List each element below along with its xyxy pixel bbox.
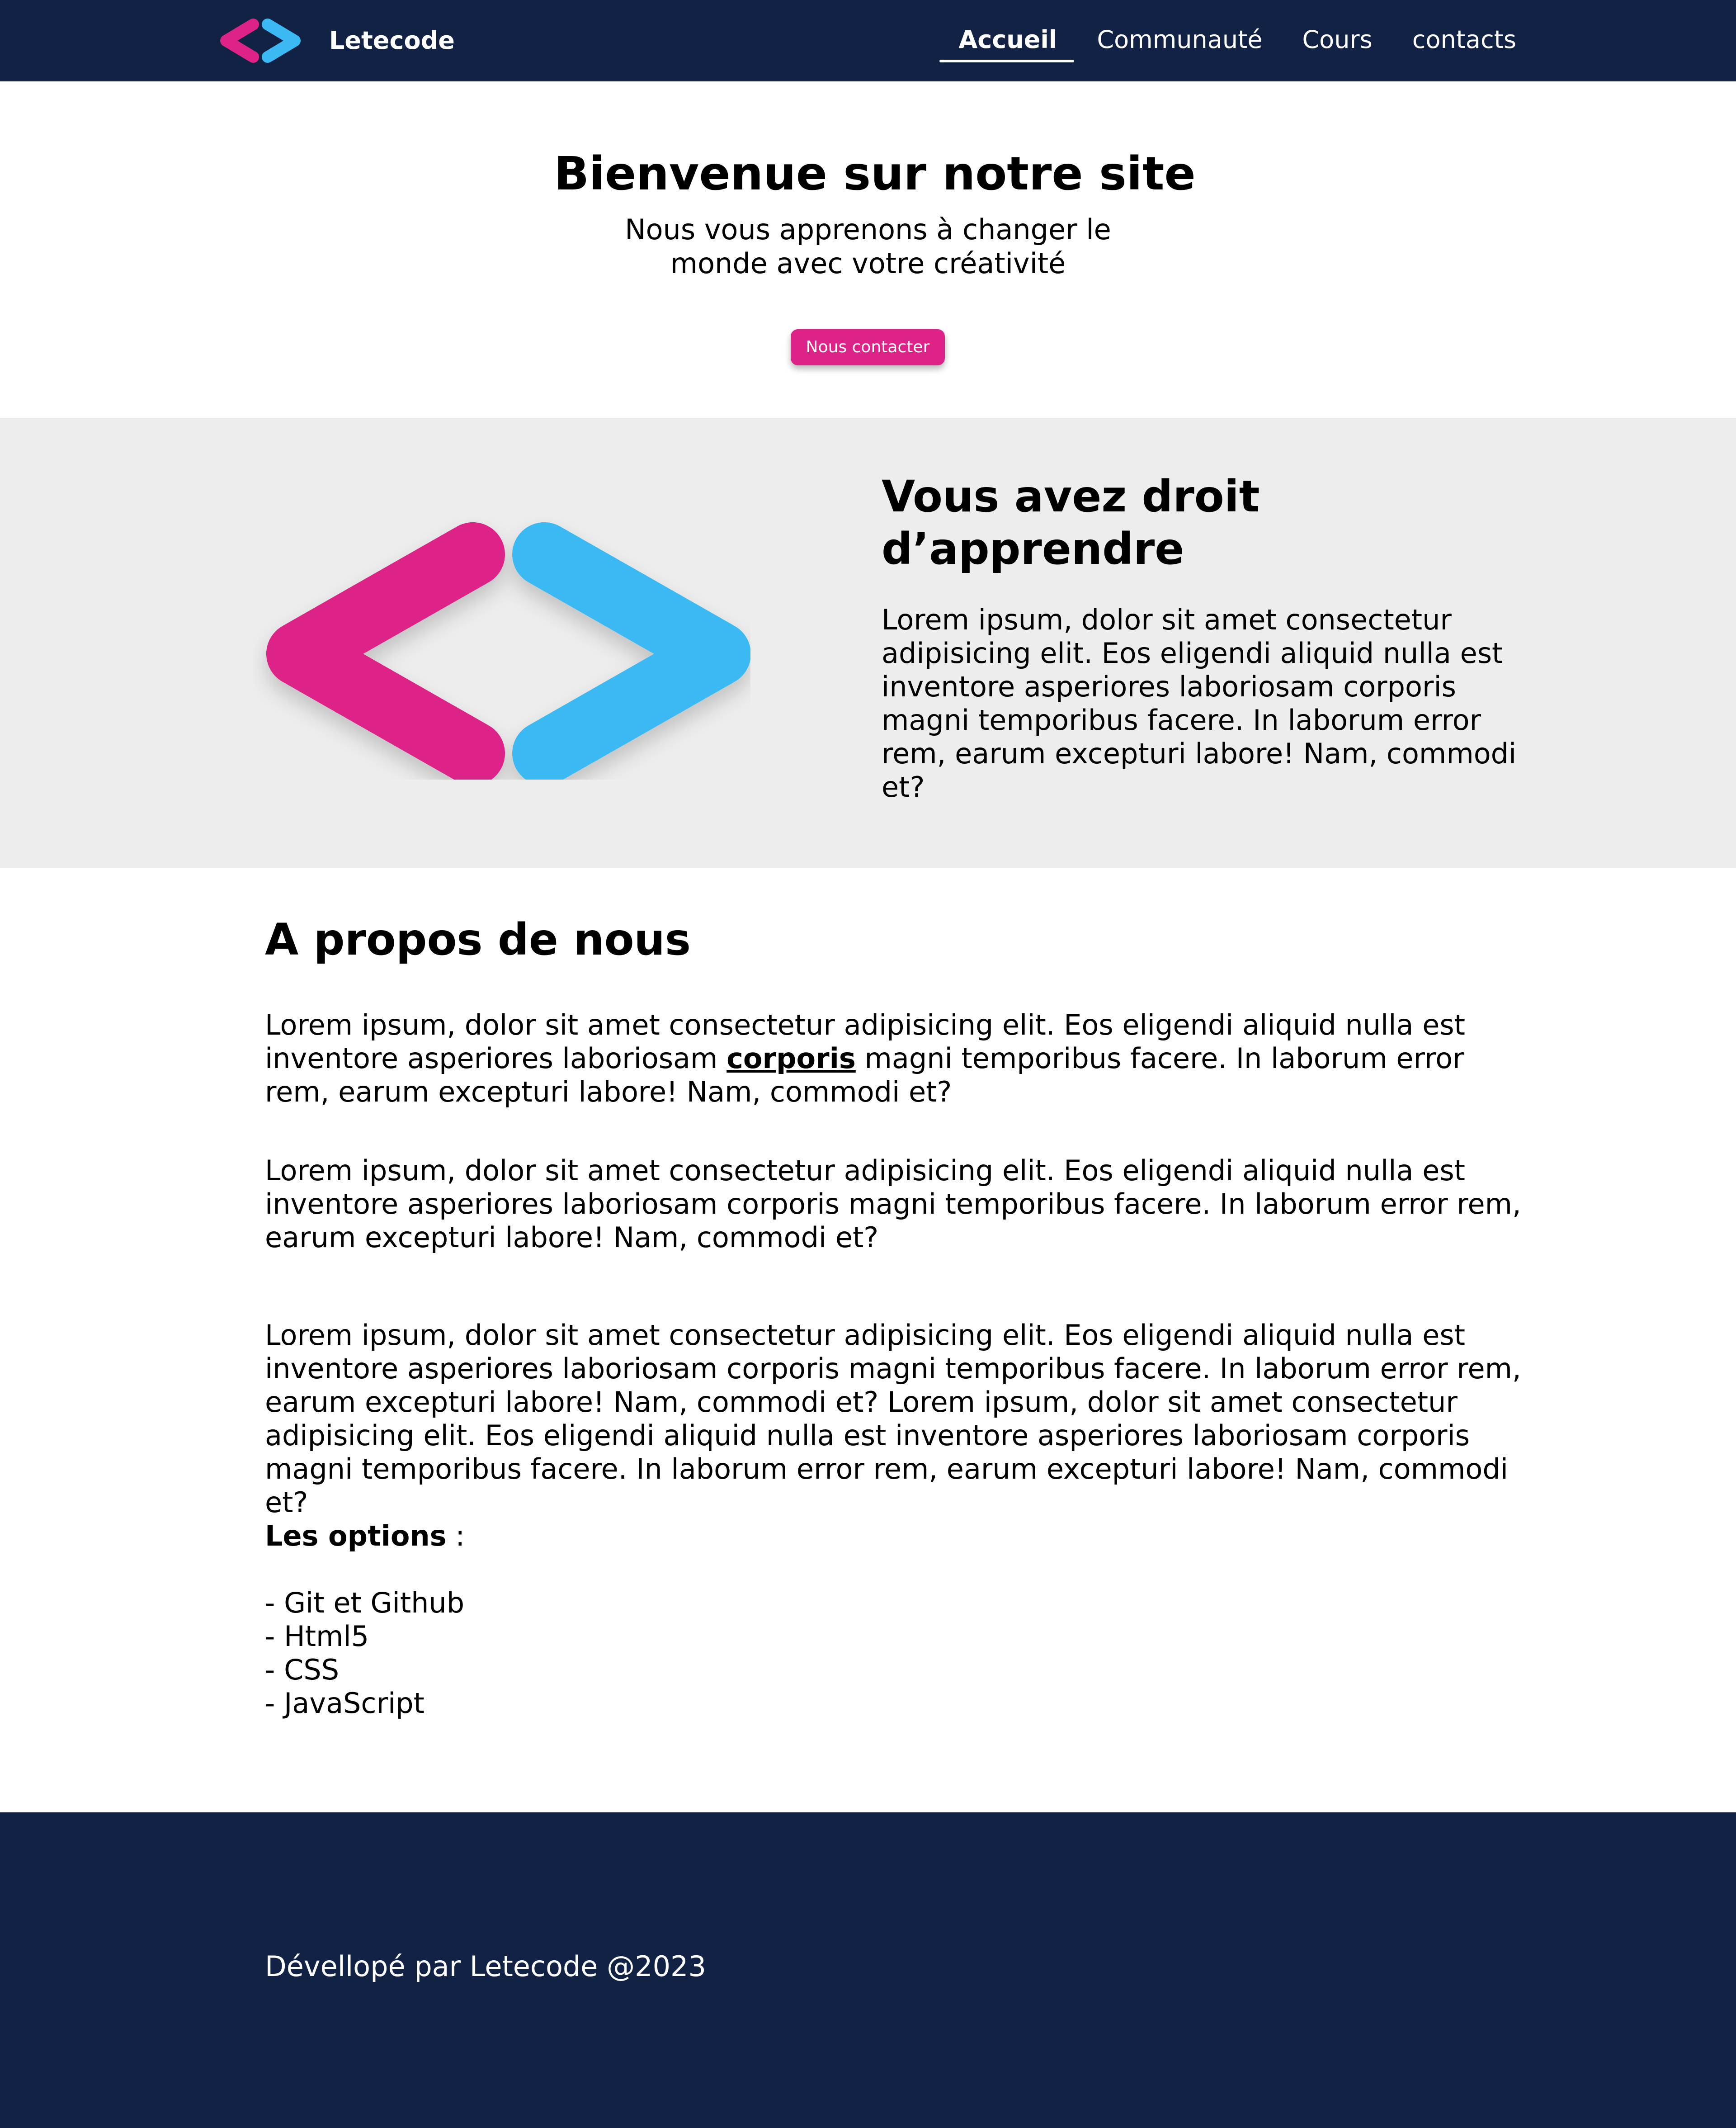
contact-button[interactable]: Nous contacter <box>791 329 945 365</box>
options-label: Les options <box>265 1519 447 1552</box>
nav-link-communaute[interactable]: Communauté <box>1077 22 1282 58</box>
options-list: Git et Github Html5 CSS JavaScript <box>265 1586 464 1720</box>
list-item: CSS <box>265 1653 464 1687</box>
feature-title: Vous avez droit d’apprendre <box>882 471 1260 574</box>
nav-link-contacts[interactable]: contacts <box>1392 22 1536 58</box>
code-brackets-icon <box>266 522 750 780</box>
nav-menu: Accueil Communauté Cours contacts <box>939 22 1536 62</box>
hero-title: Bienvenue sur notre site <box>554 147 1196 201</box>
options-colon: : <box>446 1519 465 1552</box>
nav-link-cours[interactable]: Cours <box>1282 22 1392 58</box>
navbar: Letecode Accueil Communauté Cours contac… <box>0 0 1736 81</box>
brand-name[interactable]: Letecode <box>329 24 455 57</box>
about-title: A propos de nous <box>265 914 691 965</box>
corporis-link[interactable]: corporis <box>726 1042 856 1075</box>
list-item: JavaScript <box>265 1687 464 1720</box>
list-item: Git et Github <box>265 1586 464 1620</box>
list-item: Html5 <box>265 1620 464 1653</box>
footer-credit: Dévellopé par Letecode @2023 <box>265 1950 706 1983</box>
options-heading: Les options : <box>265 1519 465 1553</box>
about-paragraph-2: Lorem ipsum, dolor sit amet consectetur … <box>265 1154 1521 1254</box>
feature-text: Lorem ipsum, dolor sit amet consectetur … <box>882 603 1517 804</box>
about-paragraph-1: Lorem ipsum, dolor sit amet consectetur … <box>265 1008 1531 1109</box>
hero-section: Bienvenue sur notre site Nous vous appre… <box>0 81 1736 418</box>
hero-subtitle: Nous vous apprenons à changer le monde a… <box>625 213 1111 280</box>
nav-link-accueil[interactable]: Accueil <box>939 22 1077 62</box>
about-paragraph-3: Lorem ipsum, dolor sit amet consectetur … <box>265 1319 1521 1519</box>
feature-section: Vous avez droit d’apprendre Lorem ipsum,… <box>0 418 1736 868</box>
footer: Dévellopé par Letecode @2023 <box>0 1812 1736 2128</box>
code-brackets-icon[interactable] <box>217 16 304 65</box>
